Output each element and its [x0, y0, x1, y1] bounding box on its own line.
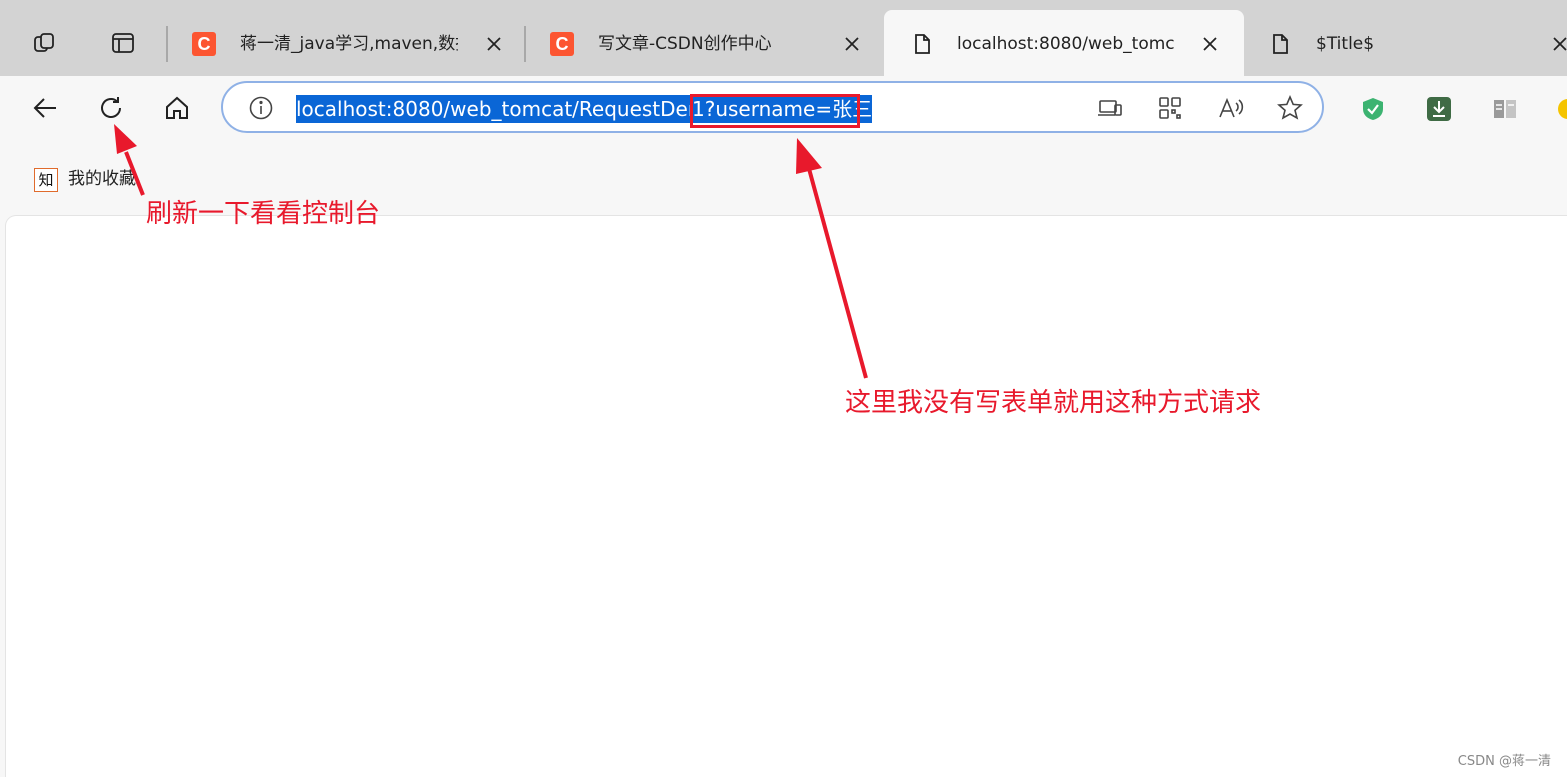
query-arrow	[796, 138, 868, 379]
refresh-arrow	[114, 124, 145, 196]
refresh-annotation: 刷新一下看看控制台	[146, 199, 381, 229]
annotation-arrows	[114, 124, 868, 379]
query-annotation: 这里我没有写表单就用这种方式请求	[845, 388, 1262, 418]
csdn-watermark: CSDN @蒋一清	[1457, 754, 1551, 769]
